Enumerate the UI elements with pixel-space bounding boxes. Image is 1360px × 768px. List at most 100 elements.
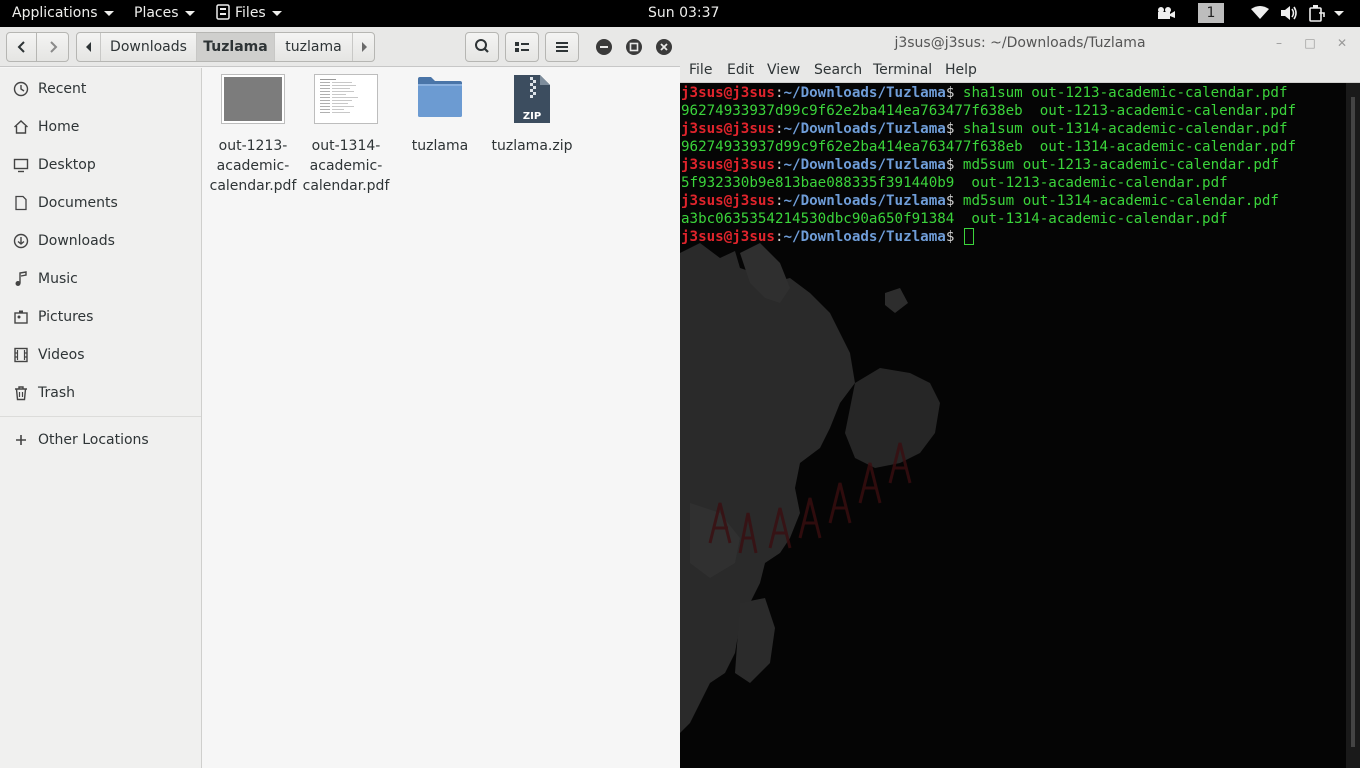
sidebar-separator <box>0 416 201 417</box>
scrollbar-thumb[interactable] <box>1351 97 1355 747</box>
maximize-button[interactable] <box>626 39 642 55</box>
applications-label: Applications <box>12 5 98 21</box>
maximize-icon <box>629 42 639 52</box>
hamburger-icon <box>556 42 568 52</box>
path-scroll-left-button[interactable] <box>77 33 101 61</box>
menu-terminal[interactable]: Terminal <box>873 62 932 78</box>
sidebar-item-label: Documents <box>38 195 118 211</box>
terminal-output-line: 96274933937d99c9f62e2ba414ea763477f638eb… <box>681 139 1296 155</box>
zip-archive-icon: ZIP <box>514 75 550 123</box>
sidebar-item-downloads[interactable]: Downloads <box>0 222 201 260</box>
pictures-icon <box>14 310 28 324</box>
menu-edit[interactable]: Edit <box>727 62 754 78</box>
prompt-path: ~/Downloads/Tuzlama <box>783 229 946 245</box>
menu-help[interactable]: Help <box>945 62 977 78</box>
path-segment-tuzlama-sub[interactable]: tuzlama <box>275 33 353 61</box>
sidebar-item-label: Other Locations <box>38 432 149 448</box>
sidebar-item-music[interactable]: Music <box>0 260 201 298</box>
sidebar-item-videos[interactable]: Videos <box>0 336 201 374</box>
documents-icon <box>15 195 27 211</box>
top-panel: Applications Places Files Sun 03:37 1 <box>0 0 1360 27</box>
command-text: md5sum out-1213-academic-calendar.pdf <box>962 157 1279 173</box>
folder-name: tuzlama <box>411 138 469 154</box>
applications-menu[interactable]: Applications <box>12 0 114 27</box>
view-mode-button[interactable] <box>505 32 539 62</box>
terminal-line: j3sus@j3sus:~/Downloads/Tuzlama$ <box>681 228 974 246</box>
close-icon[interactable]: ✕ <box>1335 36 1349 50</box>
menu-file[interactable]: File <box>689 62 712 78</box>
recent-icon <box>13 81 29 97</box>
system-menu-chevron-icon[interactable] <box>1334 11 1344 16</box>
file-item[interactable]: out-1314- academic- calendar.pdf <box>298 74 394 196</box>
file-name: calendar.pdf <box>302 178 390 194</box>
minimize-icon[interactable]: – <box>1272 36 1286 50</box>
trash-icon <box>15 386 27 401</box>
prompt-user: j3sus@j3sus <box>681 157 775 173</box>
wifi-icon[interactable] <box>1251 6 1269 20</box>
back-button[interactable] <box>6 32 37 62</box>
sidebar-item-home[interactable]: Home <box>0 108 201 146</box>
sidebar-item-other-locations[interactable]: Other Locations <box>0 421 201 459</box>
close-button[interactable] <box>656 39 672 55</box>
chevron-down-icon <box>184 10 195 16</box>
sidebar-item-label: Pictures <box>38 309 94 325</box>
menu-search[interactable]: Search <box>814 62 862 78</box>
hamburger-menu-button[interactable] <box>545 32 579 62</box>
folder-item[interactable]: tuzlama <box>392 74 488 156</box>
prompt-path: ~/Downloads/Tuzlama <box>783 85 946 101</box>
path-segment-downloads[interactable]: Downloads <box>101 33 197 61</box>
file-name: out-1213- <box>218 138 288 154</box>
workspace-indicator[interactable]: 1 <box>1198 3 1224 23</box>
sidebar-item-documents[interactable]: Documents <box>0 184 201 222</box>
terminal-line: j3sus@j3sus:~/Downloads/Tuzlama$ sha1sum… <box>681 121 1288 137</box>
volume-icon[interactable] <box>1280 5 1298 21</box>
places-menu[interactable]: Places <box>134 0 195 27</box>
list-view-icon <box>515 42 529 52</box>
home-icon <box>14 120 28 134</box>
camera-icon[interactable] <box>1156 6 1176 20</box>
sidebar-item-label: Desktop <box>38 157 96 173</box>
file-name: out-1314- <box>311 138 381 154</box>
chevron-down-icon <box>271 10 282 16</box>
terminal-output-line: 5f932330b9e813bae088335f391440b9 out-121… <box>681 175 1228 191</box>
clock[interactable]: Sun 03:37 <box>648 0 719 26</box>
battery-power-icon[interactable] <box>1308 4 1326 22</box>
files-headerbar: Downloads Tuzlama tuzlama <box>0 27 680 67</box>
folder-icon <box>418 77 462 117</box>
command-text: sha1sum out-1314-academic-calendar.pdf <box>962 121 1288 137</box>
plus-icon <box>16 435 26 445</box>
prompt-path: ~/Downloads/Tuzlama <box>783 193 946 209</box>
file-name: academic- <box>309 158 383 174</box>
maximize-icon[interactable]: □ <box>1303 36 1317 50</box>
file-name: tuzlama.zip <box>491 138 573 154</box>
prompt-user: j3sus@j3sus <box>681 85 775 101</box>
file-name: calendar.pdf <box>209 178 297 194</box>
minimize-button[interactable] <box>596 39 612 55</box>
pdf-thumbnail-icon <box>314 74 378 124</box>
music-icon <box>15 271 27 286</box>
sidebar-item-recent[interactable]: Recent <box>0 70 201 108</box>
prompt-user: j3sus@j3sus <box>681 193 775 209</box>
file-cabinet-icon <box>216 4 230 20</box>
file-view: out-1213- academic- calendar.pdf out-131… <box>203 68 680 768</box>
search-button[interactable] <box>465 32 499 62</box>
menu-view[interactable]: View <box>767 62 800 78</box>
sidebar-item-label: Downloads <box>38 233 115 249</box>
file-item[interactable]: ZIP tuzlama.zip <box>484 74 580 156</box>
svg-text:ZIP: ZIP <box>523 111 541 122</box>
sidebar-item-label: Videos <box>38 347 85 363</box>
sidebar-item-desktop[interactable]: Desktop <box>0 146 201 184</box>
sidebar-item-trash[interactable]: Trash <box>0 374 201 412</box>
files-app-label: Files <box>235 5 266 21</box>
terminal-scrollbar[interactable] <box>1346 83 1360 768</box>
terminal-menubar: File Edit View Search Terminal Help <box>680 59 1360 83</box>
forward-button[interactable] <box>36 32 69 62</box>
path-segment-tuzlama-current[interactable]: Tuzlama <box>197 33 275 61</box>
file-item[interactable]: out-1213- academic- calendar.pdf <box>205 74 301 196</box>
files-window: Downloads Tuzlama tuzlama Recent Home De… <box>0 27 680 768</box>
files-app-menu[interactable]: Files <box>215 0 282 27</box>
terminal-output-line: 96274933937d99c9f62e2ba414ea763477f638eb… <box>681 103 1296 119</box>
sidebar-item-pictures[interactable]: Pictures <box>0 298 201 336</box>
path-scroll-right-button[interactable] <box>353 33 374 61</box>
terminal-output[interactable]: j3sus@j3sus:~/Downloads/Tuzlama$ sha1sum… <box>680 83 1346 768</box>
